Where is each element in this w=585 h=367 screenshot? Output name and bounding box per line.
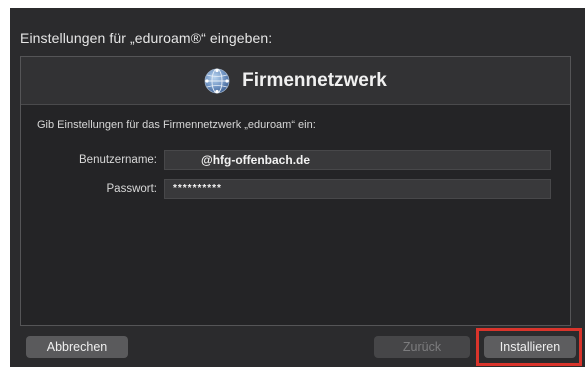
eduroam-settings-dialog: Einstellungen für „eduroam®“ eingeben: F…: [10, 8, 585, 367]
dialog-title: Einstellungen für „eduroam®“ eingeben:: [20, 30, 273, 46]
username-label: Benutzername:: [79, 154, 157, 166]
instruction-text: Gib Einstellungen für das Firmennetzwerk…: [37, 119, 316, 131]
cancel-button[interactable]: Abbrechen: [26, 336, 128, 358]
password-label: Passwort:: [106, 183, 158, 195]
back-button[interactable]: Zurück: [374, 336, 470, 358]
network-globe-icon: [204, 68, 230, 94]
panel-header: Firmennetzwerk: [21, 57, 570, 105]
panel-title: Firmennetzwerk: [242, 69, 387, 91]
username-input[interactable]: @hfg-offenbach.de: [164, 150, 551, 170]
install-button[interactable]: Installieren: [484, 336, 576, 358]
enterprise-network-panel: Firmennetzwerk Gib Einstellungen für das…: [20, 56, 571, 326]
password-input[interactable]: **********: [164, 179, 551, 199]
